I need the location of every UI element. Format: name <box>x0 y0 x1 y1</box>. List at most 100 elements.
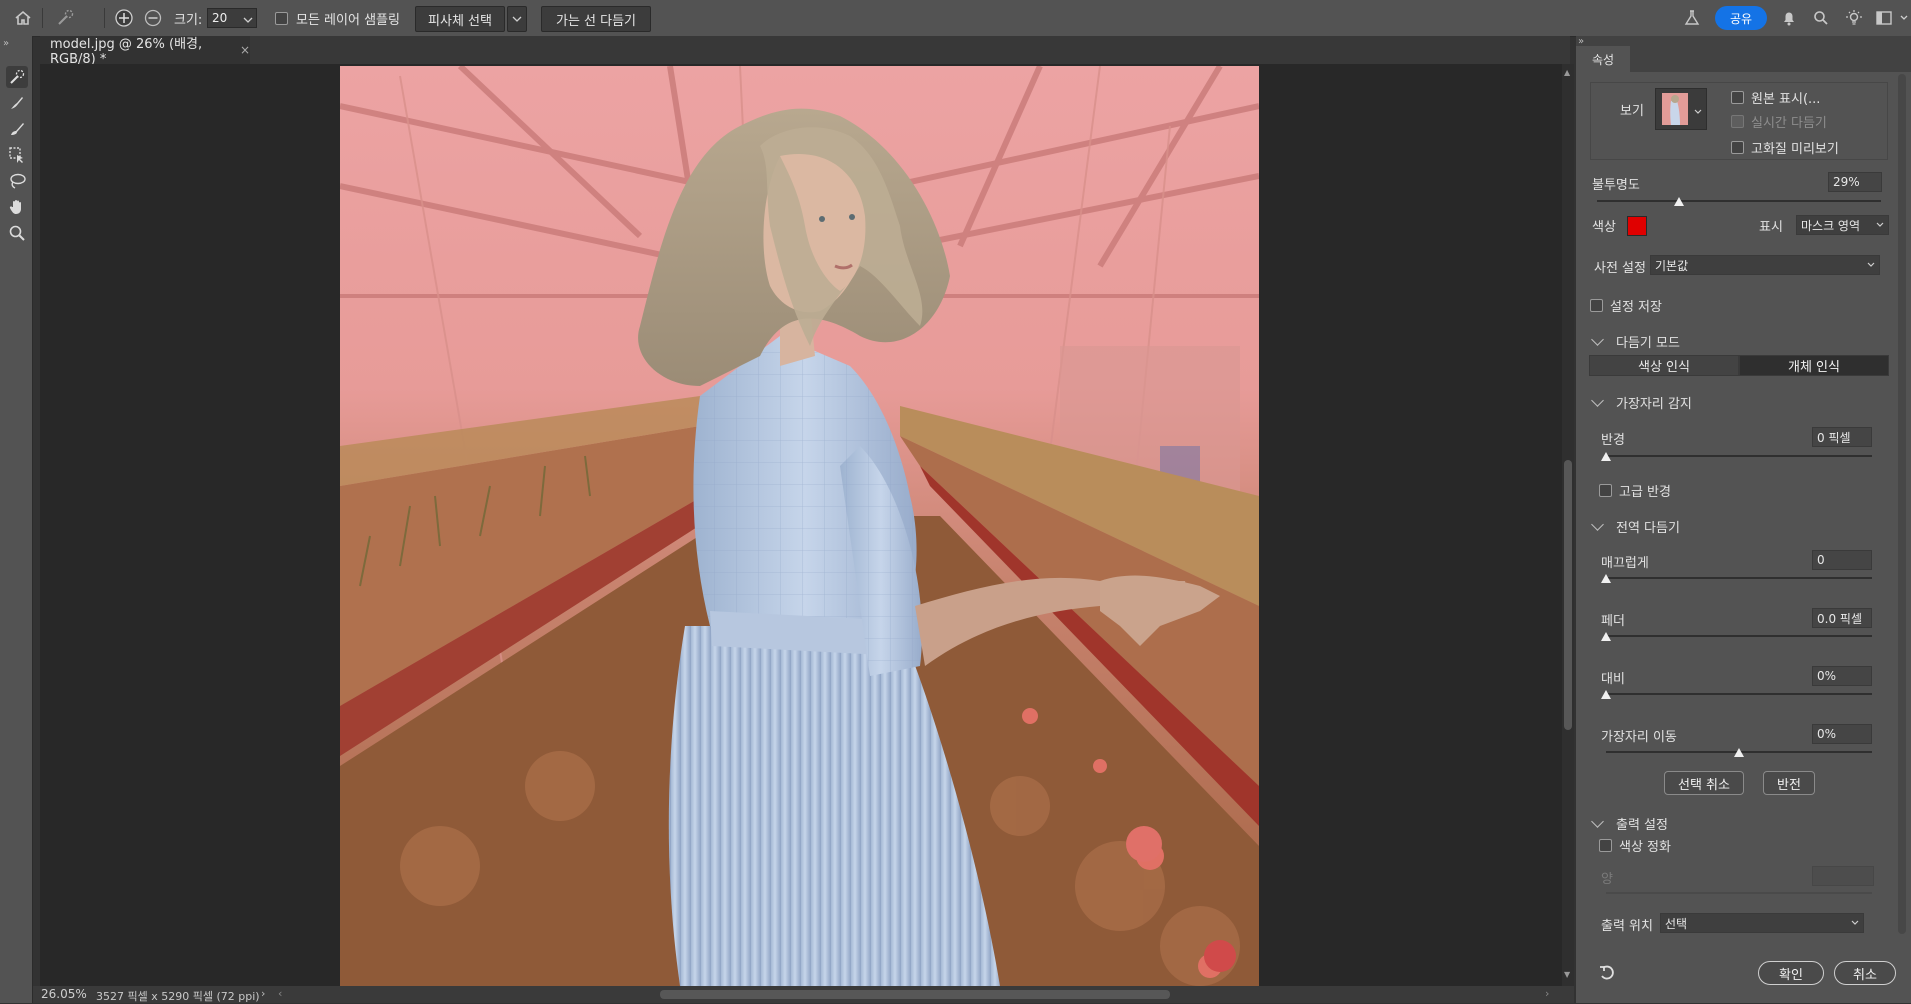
zoom-level[interactable]: 26.05% <box>41 987 87 1001</box>
radius-label: 반경 <box>1601 433 1625 448</box>
scroll-down-icon[interactable]: ▼ <box>1564 970 1570 979</box>
sample-all-layers-label: 모든 레이어 샘플링 <box>296 12 400 28</box>
chevron-left-icon[interactable]: ‹ <box>278 987 282 1000</box>
radius-slider-thumb[interactable] <box>1601 452 1611 461</box>
decontaminate-colors-checkbox[interactable]: 색상 정화 <box>1599 836 1671 855</box>
document-tab[interactable]: model.jpg @ 26% (배경, RGB/8) * × <box>40 36 250 67</box>
scroll-up-icon[interactable]: ▲ <box>1564 68 1570 77</box>
feather-slider-track[interactable] <box>1606 635 1872 637</box>
smooth-input[interactable]: 0 <box>1812 550 1872 570</box>
refine-mode-section-header[interactable]: 다듬기 모드 <box>1591 332 1680 351</box>
opacity-slider-track[interactable] <box>1597 200 1881 202</box>
amount-label: 양 <box>1601 872 1613 887</box>
clear-selection-button[interactable]: 선택 취소 <box>1664 771 1744 795</box>
hq-preview-checkbox[interactable]: 고화질 미리보기 <box>1731 138 1839 157</box>
feather-slider-thumb[interactable] <box>1601 632 1611 641</box>
panel-scrollbar[interactable] <box>1898 74 1906 934</box>
home-icon[interactable] <box>14 0 32 36</box>
save-settings-checkbox[interactable]: 설정 저장 <box>1590 296 1662 315</box>
bell-icon[interactable] <box>1781 0 1797 36</box>
view-mode-dropdown[interactable] <box>1655 88 1707 130</box>
collapse-toolbar-icon[interactable]: » <box>3 38 9 49</box>
workspace-icon[interactable] <box>1876 0 1892 36</box>
horizontal-scrollbar-thumb[interactable] <box>660 990 1170 999</box>
checkbox-box[interactable] <box>1590 299 1603 312</box>
smart-radius-checkbox[interactable]: 고급 반경 <box>1599 481 1671 500</box>
chevron-down-icon[interactable] <box>243 13 253 28</box>
hand-icon[interactable] <box>6 196 28 218</box>
edge-detection-section-header[interactable]: 가장자리 감지 <box>1591 393 1692 412</box>
contrast-input[interactable]: 0% <box>1812 666 1872 686</box>
display-dropdown[interactable]: 마스크 영역 <box>1796 215 1889 235</box>
preset-dropdown[interactable]: 기본값 <box>1650 255 1880 275</box>
global-refine-section-header[interactable]: 전역 다듬기 <box>1591 517 1680 536</box>
zoom-icon[interactable] <box>6 222 28 244</box>
brush-size-label: 크기: <box>174 12 203 28</box>
checkbox-box[interactable] <box>1731 91 1744 104</box>
chevron-down-icon[interactable] <box>1900 0 1908 36</box>
quick-selection-tool[interactable] <box>6 66 28 88</box>
document-image[interactable] <box>340 66 1259 986</box>
subtract-from-selection-icon[interactable] <box>143 0 163 36</box>
shift-edge-input[interactable]: 0% <box>1812 724 1872 744</box>
output-settings-title: 출력 설정 <box>1616 818 1668 833</box>
opacity-label: 불투명도 <box>1592 178 1640 193</box>
checkbox-box[interactable] <box>1599 839 1612 852</box>
object-selection-tool[interactable] <box>6 144 28 166</box>
show-original-checkbox[interactable]: 원본 표시(... <box>1731 88 1820 107</box>
chevron-right-icon[interactable]: › <box>261 987 265 1000</box>
vertical-scrollbar-thumb[interactable] <box>1564 460 1572 730</box>
smooth-slider-track[interactable] <box>1606 577 1872 579</box>
invert-button[interactable]: 반전 <box>1763 771 1815 795</box>
output-to-label: 출력 위치 <box>1601 919 1653 934</box>
cancel-button[interactable]: 취소 <box>1834 961 1896 985</box>
color-label: 색상 <box>1592 220 1616 235</box>
search-icon[interactable] <box>1813 0 1829 36</box>
opacity-input[interactable]: 29% <box>1828 172 1882 192</box>
share-button[interactable]: 공유 <box>1715 6 1767 30</box>
edge-detection-title: 가장자리 감지 <box>1616 397 1692 412</box>
ok-button[interactable]: 확인 <box>1758 961 1824 985</box>
brush-tool[interactable] <box>6 118 28 140</box>
checkbox-box <box>1731 115 1744 128</box>
output-settings-section-header[interactable]: 출력 설정 <box>1591 814 1668 833</box>
feather-input[interactable]: 0.0 픽셀 <box>1812 608 1872 628</box>
select-subject-button[interactable]: 피사체 선택 <box>415 6 505 32</box>
color-aware-mode-button[interactable]: 색상 인식 <box>1589 355 1739 376</box>
radius-input[interactable]: 0 픽셀 <box>1812 427 1872 447</box>
close-icon[interactable]: × <box>240 43 250 57</box>
smooth-slider-thumb[interactable] <box>1601 574 1611 583</box>
chevron-down-icon[interactable] <box>1867 262 1875 268</box>
radius-slider-track[interactable] <box>1606 455 1872 457</box>
sample-all-layers-checkbox[interactable]: 모든 레이어 샘플링 <box>275 0 400 36</box>
refine-mode-title: 다듬기 모드 <box>1616 336 1680 351</box>
opacity-slider-thumb[interactable] <box>1674 197 1685 206</box>
display-label: 표시 <box>1759 220 1783 235</box>
checkbox-box[interactable] <box>1599 484 1612 497</box>
select-subject-options-button[interactable] <box>507 6 527 32</box>
toolbar: » <box>0 36 33 1003</box>
lasso-tool[interactable] <box>6 170 28 192</box>
chevron-right-icon[interactable]: › <box>1545 987 1549 1000</box>
chevron-down-icon[interactable] <box>1851 920 1859 926</box>
chevron-down-icon[interactable] <box>1694 104 1702 119</box>
decontaminate-colors-label: 색상 정화 <box>1619 840 1671 855</box>
add-to-selection-icon[interactable] <box>114 0 134 36</box>
contrast-slider-thumb[interactable] <box>1601 690 1611 699</box>
overlay-color-swatch[interactable] <box>1627 216 1647 236</box>
chevron-down-icon[interactable] <box>1876 222 1884 228</box>
refine-hair-button[interactable]: 가는 선 다듬기 <box>541 6 651 32</box>
lightbulb-icon[interactable] <box>1845 0 1863 36</box>
output-to-dropdown[interactable]: 선택 <box>1660 913 1864 933</box>
quick-selection-tool-preset-icon[interactable] <box>56 0 76 36</box>
checkbox-box[interactable] <box>1731 141 1744 154</box>
refine-edge-brush-tool[interactable] <box>6 92 28 114</box>
flask-icon[interactable] <box>1684 0 1700 36</box>
checkbox-box[interactable] <box>275 11 288 25</box>
reset-icon[interactable] <box>1598 964 1616 986</box>
shift-edge-slider-thumb[interactable] <box>1734 748 1744 757</box>
contrast-slider-track[interactable] <box>1606 693 1872 695</box>
document-tab-title: model.jpg @ 26% (배경, RGB/8) * <box>50 37 203 67</box>
object-aware-mode-button[interactable]: 개체 인식 <box>1739 355 1889 376</box>
tab-properties[interactable]: 속성 <box>1576 46 1630 72</box>
